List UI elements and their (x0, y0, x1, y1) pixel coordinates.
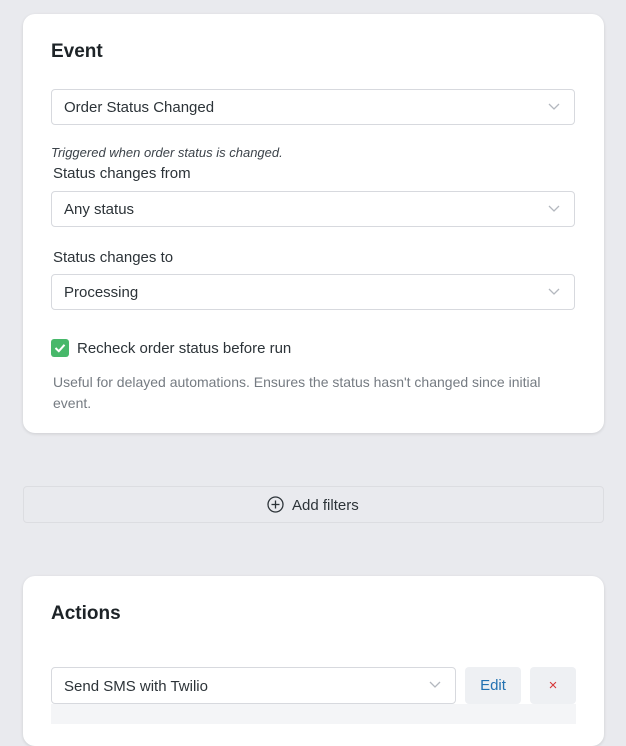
add-filters-label: Add filters (292, 497, 359, 514)
action-type-value: Send SMS with Twilio (64, 678, 208, 695)
edit-action-button[interactable]: Edit (465, 667, 521, 704)
event-card: Event Order Status Changed Triggered whe… (23, 14, 604, 433)
recheck-label: Recheck order status before run (77, 340, 292, 357)
recheck-description: Useful for delayed automations. Ensures … (53, 374, 541, 411)
status-to-select[interactable]: Processing (51, 274, 575, 310)
checkmark-icon (54, 344, 66, 353)
recheck-checkbox[interactable] (51, 339, 69, 357)
add-filters-button[interactable]: Add filters (23, 486, 604, 523)
status-to-value: Processing (64, 284, 139, 301)
status-to-label: Status changes to (53, 249, 174, 266)
status-from-select[interactable]: Any status (51, 191, 575, 227)
action-type-select[interactable]: Send SMS with Twilio (51, 667, 456, 704)
action-details-panel (51, 704, 576, 724)
trigger-hint: Triggered when order status is changed. (51, 145, 283, 160)
chevron-down-icon (548, 103, 560, 110)
trigger-select[interactable]: Order Status Changed (51, 89, 575, 125)
status-from-value: Any status (64, 201, 135, 218)
delete-action-button[interactable]: × (530, 667, 576, 704)
plus-circle-icon (267, 496, 284, 513)
chevron-down-icon (548, 205, 560, 212)
actions-title: Actions (51, 603, 121, 624)
event-title: Event (51, 41, 103, 62)
chevron-down-icon (548, 288, 560, 295)
actions-card: Actions Send SMS with Twilio Edit × (23, 576, 604, 746)
chevron-down-icon (429, 681, 441, 688)
status-from-label: Status changes from (53, 165, 191, 182)
trigger-select-value: Order Status Changed (64, 99, 215, 116)
